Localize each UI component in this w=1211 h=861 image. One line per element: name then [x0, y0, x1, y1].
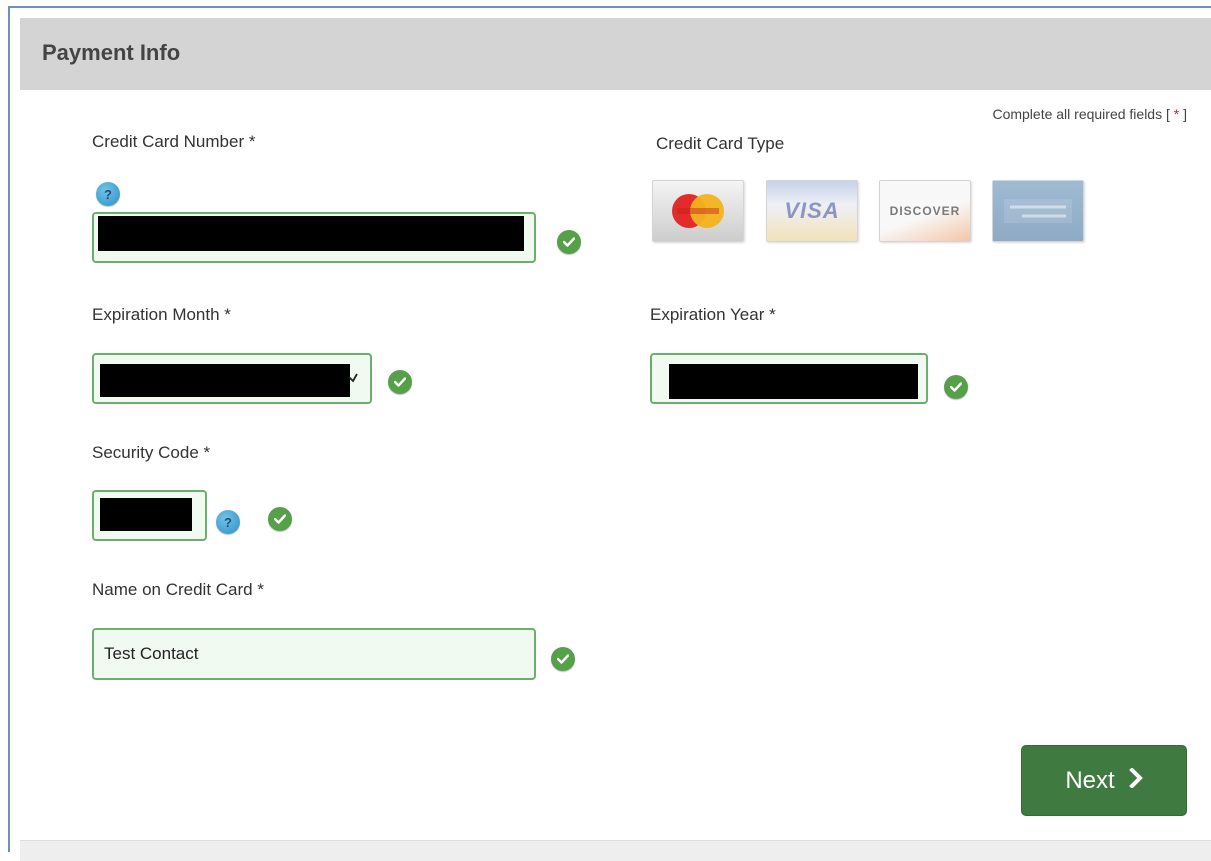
security-code-valid-check-icon: [268, 507, 292, 531]
exp-year-valid-check-icon: [944, 375, 968, 399]
name-on-card-text[interactable]: [94, 630, 534, 678]
exp-month-valid-check-icon: [388, 370, 412, 394]
exp-month-select[interactable]: [92, 353, 372, 404]
footer-strip: [20, 840, 1211, 861]
card-type-label: Credit Card Type: [656, 134, 785, 153]
name-on-card-valid-check-icon: [551, 647, 575, 671]
next-button-label: Next: [1065, 766, 1115, 794]
required-fields-note: Complete all required fields [ * ]: [992, 106, 1187, 122]
visa-icon: VISA: [766, 180, 858, 242]
card-number-valid-check-icon: [557, 230, 581, 254]
security-code-input[interactable]: [92, 490, 207, 541]
panel-header: Payment Info: [20, 18, 1211, 90]
exp-month-label: Expiration Month *: [92, 305, 231, 324]
panel-title: Payment Info: [42, 40, 181, 65]
chevron-right-icon: [1128, 766, 1143, 795]
chevron-down-icon[interactable]: [348, 371, 358, 386]
mastercard-icon: [652, 180, 744, 242]
redacted-value: [100, 364, 350, 397]
name-on-card-input[interactable]: [92, 628, 536, 680]
card-number-help-icon[interactable]: ?: [96, 182, 120, 206]
exp-year-select[interactable]: [650, 353, 928, 404]
redacted-value: [100, 498, 192, 531]
next-button[interactable]: Next: [1021, 745, 1187, 816]
security-code-label: Security Code *: [92, 443, 211, 462]
exp-year-label: Expiration Year *: [650, 305, 776, 324]
american-express-icon: [992, 180, 1084, 242]
card-number-input[interactable]: [92, 212, 536, 263]
discover-icon: DISCOVER: [879, 180, 971, 242]
redacted-value: [98, 216, 524, 251]
redacted-value: [669, 364, 918, 399]
name-on-card-label: Name on Credit Card *: [92, 580, 264, 599]
security-code-help-icon[interactable]: ?: [216, 510, 240, 534]
card-number-label: Credit Card Number *: [92, 132, 256, 151]
